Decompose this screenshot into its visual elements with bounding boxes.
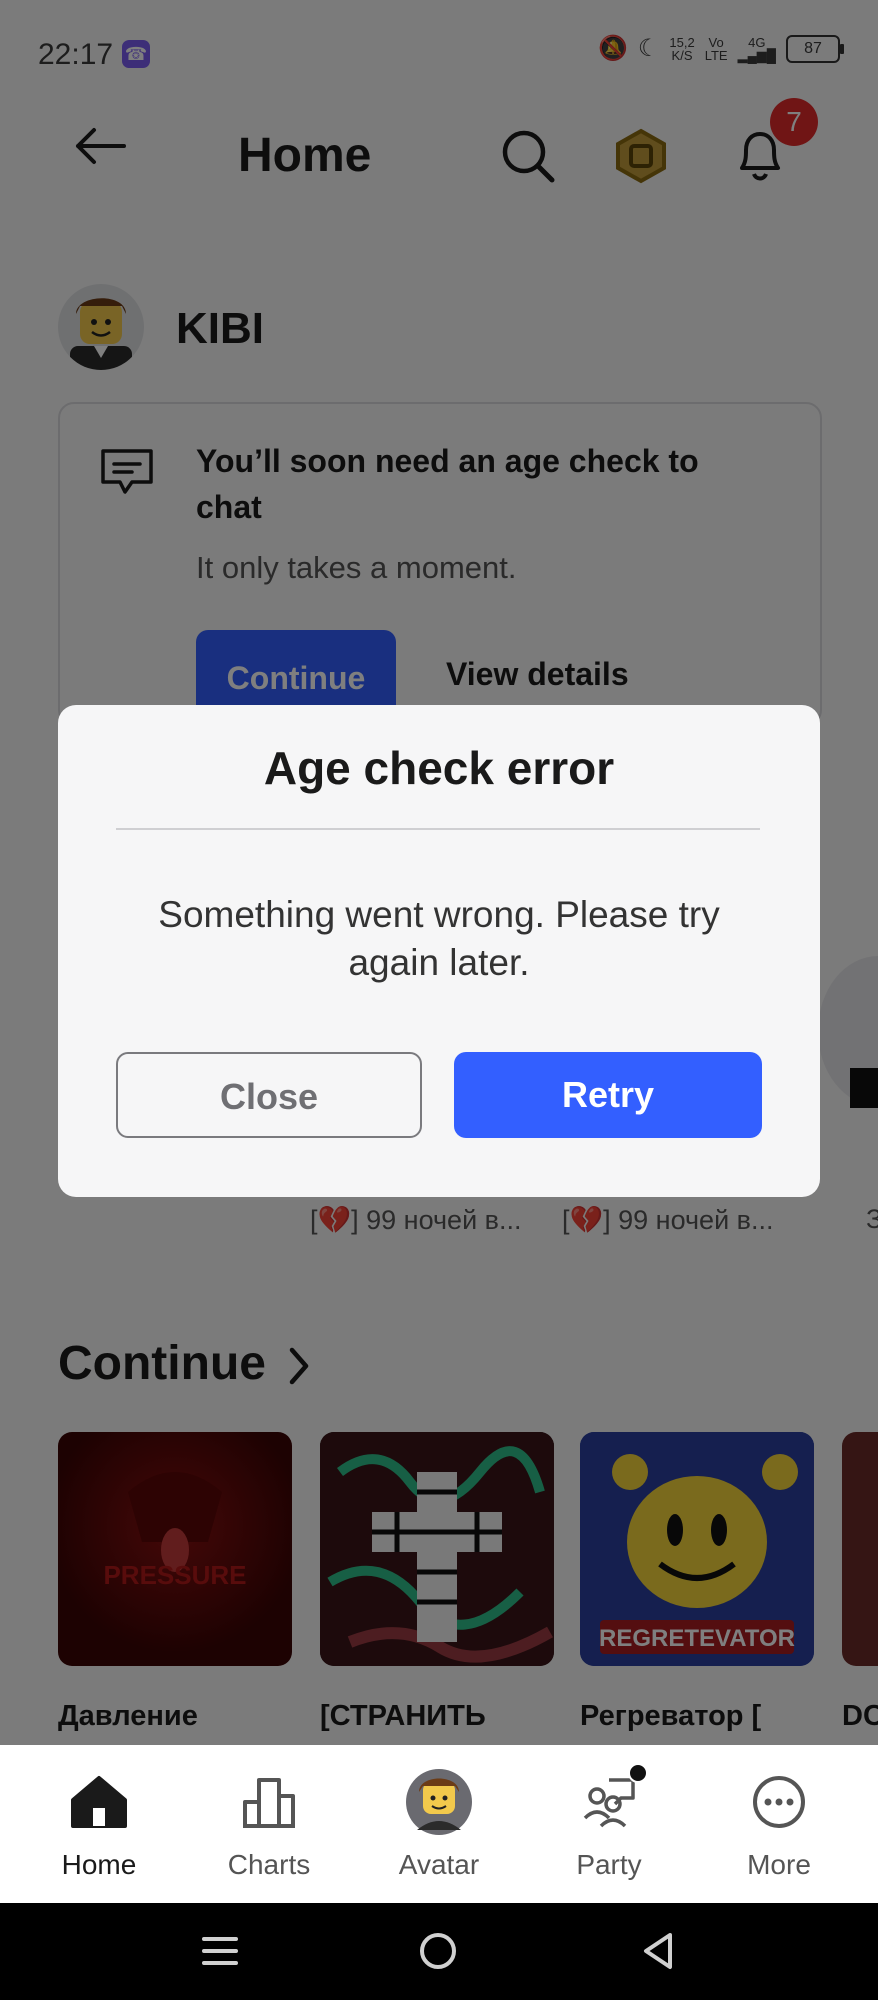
age-check-error-dialog: Age check error Something went wrong. Pl… (58, 705, 820, 1197)
avatar-icon (354, 1769, 524, 1835)
nav-item-charts[interactable]: Charts (184, 1745, 354, 1903)
charts-icon (184, 1769, 354, 1835)
nav-label: More (747, 1849, 811, 1880)
dialog-divider (116, 828, 760, 830)
nav-item-more[interactable]: More (694, 1745, 864, 1903)
nav-label: Party (576, 1849, 642, 1880)
dialog-title: Age check error (263, 742, 615, 794)
retry-button[interactable]: Retry (454, 1052, 762, 1138)
app-screen: 22:17 ☎ 🔕 ☾ 15,2K/S VoLTE 4G▂▄▆█ 87 Home… (0, 0, 878, 1745)
party-icon (524, 1769, 694, 1835)
close-button[interactable]: Close (116, 1052, 422, 1138)
system-nav-bar (0, 1903, 878, 2000)
nav-item-home[interactable]: Home (14, 1745, 184, 1903)
recent-apps-icon[interactable] (200, 1933, 240, 1974)
nav-item-avatar[interactable]: Avatar (354, 1745, 524, 1903)
nav-label: Home (61, 1849, 137, 1880)
dialog-message: Something went wrong. Please try again l… (158, 894, 720, 983)
more-icon (694, 1769, 864, 1835)
home-icon (14, 1769, 184, 1835)
bottom-nav: Home Charts Avatar Party More (0, 1745, 878, 1903)
nav-label: Charts (227, 1849, 311, 1880)
party-notification-dot (628, 1763, 648, 1783)
nav-label: Avatar (398, 1849, 480, 1880)
nav-item-party[interactable]: Party (524, 1745, 694, 1903)
back-system-icon[interactable] (640, 1931, 676, 1976)
home-system-icon[interactable] (418, 1931, 458, 1976)
